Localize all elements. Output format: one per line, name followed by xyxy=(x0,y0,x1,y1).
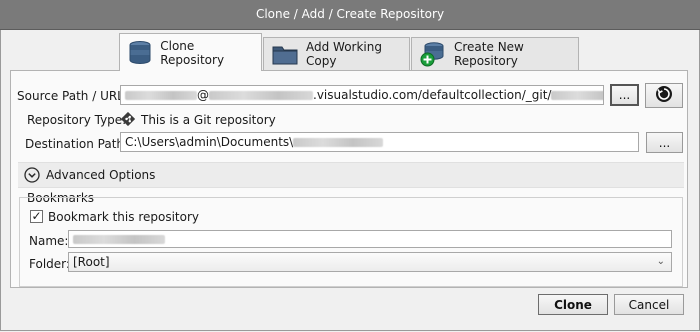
redacted-username xyxy=(125,91,197,100)
repository-type-value: This is a Git repository xyxy=(141,113,276,127)
folder-icon xyxy=(272,41,298,67)
check-url-button[interactable] xyxy=(645,83,683,108)
git-icon xyxy=(120,111,136,129)
bookmark-checkbox-label[interactable]: Bookmark this repository xyxy=(48,210,199,224)
window-titlebar: Clone / Add / Create Repository xyxy=(0,0,700,30)
database-add-icon xyxy=(420,41,446,67)
source-url-input[interactable]: @ .visualstudio.com/defaultcollection/_gi… xyxy=(120,85,604,105)
bookmark-folder-select[interactable]: [Root] ⌄ xyxy=(68,252,672,272)
redacted-folder xyxy=(293,138,384,147)
tab-label: Create New Repository xyxy=(454,40,524,68)
bookmark-name-input[interactable] xyxy=(68,230,672,248)
destination-browse-button[interactable]: ... xyxy=(646,132,683,153)
tab-add-working-copy[interactable]: Add Working Copy xyxy=(263,37,410,70)
source-path-label: Source Path / URL: xyxy=(17,89,128,103)
chevron-down-icon: ⌄ xyxy=(656,256,665,267)
clone-button[interactable]: Clone xyxy=(538,294,608,315)
redacted-repo xyxy=(551,91,603,100)
tab-create-new-repository[interactable]: Create New Repository xyxy=(411,37,579,70)
source-browse-button[interactable]: ... xyxy=(610,84,639,106)
bookmark-name-label: Name: xyxy=(29,234,69,248)
check-icon: ✓ xyxy=(31,209,42,223)
source-url-at: @ xyxy=(197,88,209,102)
database-stack-icon xyxy=(128,40,152,66)
advanced-options-label: Advanced Options xyxy=(46,168,156,182)
cancel-button[interactable]: Cancel xyxy=(614,294,684,315)
redacted-account xyxy=(209,91,313,100)
tab-label: Clone Repository xyxy=(160,38,225,67)
refresh-globe-icon xyxy=(655,85,673,106)
tab-label: Add Working Copy xyxy=(306,40,382,68)
chevron-down-icon xyxy=(24,167,40,186)
repository-type-label: Repository Type: xyxy=(27,113,127,127)
redacted-bookmark-name xyxy=(73,235,165,244)
tab-clone-repository[interactable]: Clone Repository xyxy=(119,33,262,71)
window-title: Clone / Add / Create Repository xyxy=(255,7,445,21)
destination-path-input[interactable]: C:\Users\admin\Documents\ xyxy=(120,132,639,152)
folder-select-value: [Root] xyxy=(73,255,110,269)
destination-path-text: C:\Users\admin\Documents\ xyxy=(125,135,294,149)
bookmark-folder-label: Folder: xyxy=(29,257,70,271)
destination-path-label: Destination Path: xyxy=(25,137,129,151)
advanced-options-bar[interactable]: Advanced Options xyxy=(18,162,684,188)
bookmark-checkbox[interactable]: ✓ xyxy=(30,210,43,223)
source-url-text: .visualstudio.com/defaultcollection/_git… xyxy=(313,88,552,102)
